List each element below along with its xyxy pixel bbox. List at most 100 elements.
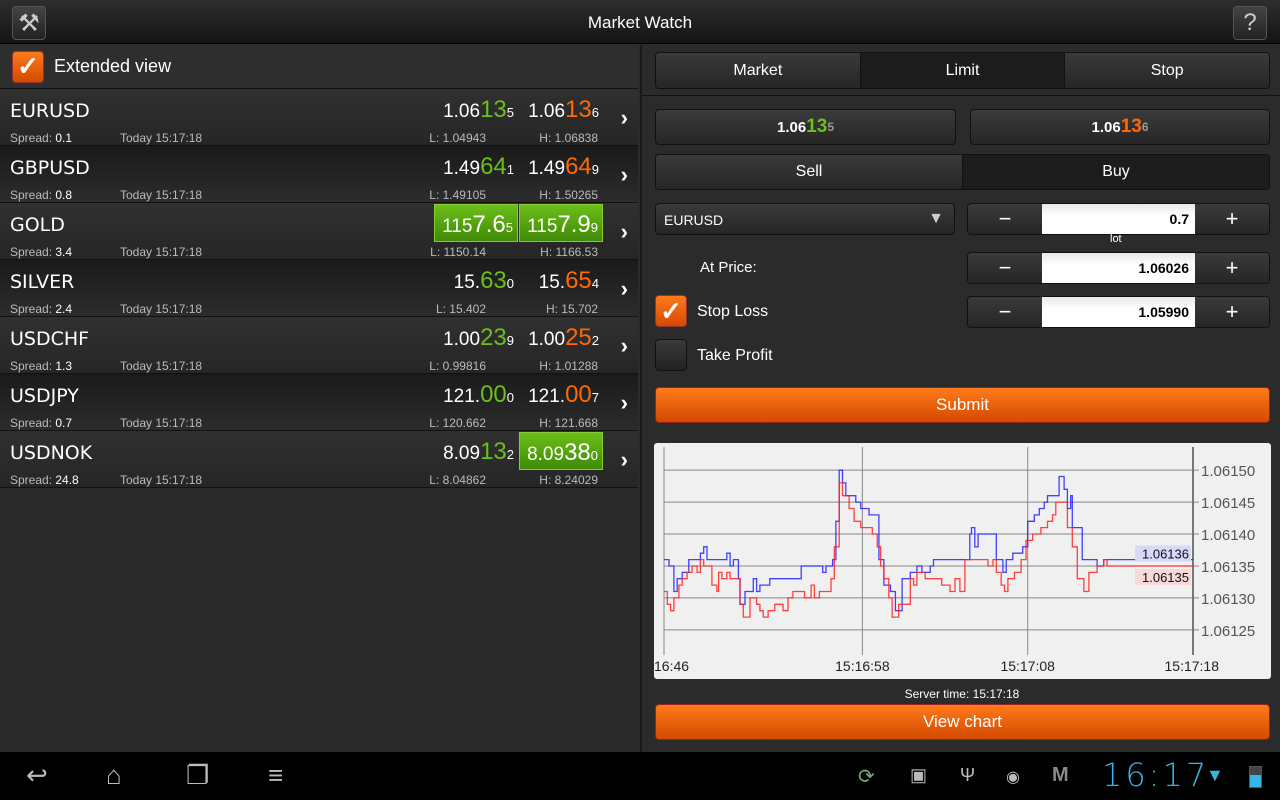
price-pips: 64 xyxy=(565,153,592,180)
back-icon[interactable]: ↩ xyxy=(26,760,48,791)
symbol-select-value: EURUSD xyxy=(664,212,724,228)
tab-limit[interactable]: Limit xyxy=(860,53,1066,88)
chevron-right-icon[interactable]: › xyxy=(621,390,628,416)
at-price-label: At Price: xyxy=(700,259,757,276)
quote-row[interactable]: GOLD Spread: 3.4 Today 15:17:18 1157.65 1… xyxy=(0,203,638,260)
bid-price[interactable]: 8.09132 xyxy=(434,432,518,470)
chevron-right-icon[interactable]: › xyxy=(621,276,628,302)
price-prefix: 15. xyxy=(453,272,481,293)
chevron-right-icon[interactable]: › xyxy=(621,162,628,188)
stop-loss-increment-button[interactable]: + xyxy=(1195,297,1269,327)
sync-notification-icon[interactable]: ⟳ xyxy=(858,764,875,789)
ask-price[interactable]: 121.007 xyxy=(519,375,603,413)
tab-stop[interactable]: Stop xyxy=(1065,53,1269,88)
spread-label: Spread: xyxy=(10,245,53,259)
stop-loss-checkbox[interactable]: ✓ xyxy=(655,295,687,327)
spread-label: Spread: xyxy=(10,416,53,430)
spread-value: 0.1 xyxy=(55,131,73,145)
price-prefix: 1.00 xyxy=(443,329,481,350)
at-price-increment-button[interactable]: + xyxy=(1195,253,1269,283)
gmail-icon[interactable]: M xyxy=(1052,764,1069,787)
recent-apps-icon[interactable]: ❐ xyxy=(186,760,209,791)
chevron-right-icon[interactable]: › xyxy=(621,219,628,245)
extended-view-checkbox[interactable]: ✓ xyxy=(12,50,44,83)
at-price-decrement-button[interactable]: − xyxy=(968,253,1042,283)
spread: Spread: 24.8 xyxy=(10,473,79,487)
buy-tab[interactable]: Buy xyxy=(963,155,1269,189)
chevron-right-icon[interactable]: › xyxy=(621,105,628,131)
dropdown-arrow-icon: ▼ xyxy=(928,210,944,227)
price-pips: 13 xyxy=(565,96,592,123)
symbol-select[interactable]: EURUSD ▼ xyxy=(655,203,955,235)
high-price: H: 121.668 xyxy=(539,416,598,430)
bid-price[interactable]: 121.000 xyxy=(434,375,518,413)
quotes-list: EURUSD Spread: 0.1 Today 15:17:18 1.0613… xyxy=(0,89,638,488)
quote-row[interactable]: USDJPY Spread: 0.7 Today 15:17:18 121.00… xyxy=(0,374,638,431)
quote-row[interactable]: GBPUSD Spread: 0.8 Today 15:17:18 1.4964… xyxy=(0,146,638,203)
price-prefix: 1.00 xyxy=(528,329,566,350)
ask-price[interactable]: 8.09380 xyxy=(519,432,603,470)
ask-price[interactable]: 1.49649 xyxy=(519,147,603,185)
hotspot-icon[interactable]: ◉ xyxy=(1006,767,1020,787)
checkmark-icon: ✓ xyxy=(660,295,682,326)
lot-increment-button[interactable]: + xyxy=(1195,204,1269,234)
at-price-input[interactable] xyxy=(1042,253,1195,283)
price-prefix: 121. xyxy=(443,386,481,407)
y-tick-label: 1.06145 xyxy=(1201,495,1255,512)
bid-price[interactable]: 15.630 xyxy=(434,261,518,299)
price-prefix: 1.06 xyxy=(443,101,481,122)
ask-series-line xyxy=(664,469,1193,612)
spread: Spread: 0.7 xyxy=(10,416,72,430)
quote-row[interactable]: USDNOK Spread: 24.8 Today 15:17:18 8.091… xyxy=(0,431,638,488)
high-price: H: 1166.53 xyxy=(540,245,598,259)
stop-loss-input[interactable] xyxy=(1042,297,1195,327)
bid-price[interactable]: 1157.65 xyxy=(434,204,518,242)
lot-label: lot xyxy=(1110,233,1122,245)
stop-loss-stepper: − + xyxy=(967,296,1270,328)
quote-row[interactable]: USDCHF Spread: 1.3 Today 15:17:18 1.0023… xyxy=(0,317,638,374)
sell-tab[interactable]: Sell xyxy=(656,155,963,189)
quote-row[interactable]: EURUSD Spread: 0.1 Today 15:17:18 1.0613… xyxy=(0,89,638,146)
home-icon[interactable]: ⌂ xyxy=(106,760,122,791)
stop-loss-decrement-button[interactable]: − xyxy=(968,297,1042,327)
ask-price[interactable]: 1.06136 xyxy=(519,90,603,128)
spread: Spread: 2.4 xyxy=(10,302,72,316)
symbol: GOLD xyxy=(10,214,65,236)
spread: Spread: 1.3 xyxy=(10,359,72,373)
sell-price-button[interactable]: 1.06 13 5 xyxy=(655,109,956,145)
quote-time: Today 15:17:18 xyxy=(120,359,203,373)
tick-chart: 1.06150 1.06145 1.06140 1.06135 1.06130 1.061… xyxy=(654,443,1271,679)
spread-value: 2.4 xyxy=(55,302,73,316)
lot-decrement-button[interactable]: − xyxy=(968,204,1042,234)
price-prefix: 115 xyxy=(442,216,473,237)
ask-price[interactable]: 15.654 xyxy=(519,261,603,299)
buy-price-button[interactable]: 1.06 13 6 xyxy=(970,109,1270,145)
ask-price[interactable]: 1157.99 xyxy=(519,204,603,242)
help-button[interactable]: ? xyxy=(1233,6,1267,40)
extended-view-toggle[interactable]: ✓ Extended view xyxy=(0,45,638,89)
chevron-right-icon[interactable]: › xyxy=(621,447,628,473)
bid-price[interactable]: 1.00239 xyxy=(434,318,518,356)
take-profit-checkbox[interactable] xyxy=(655,339,687,371)
view-chart-button[interactable]: View chart xyxy=(655,704,1270,740)
lot-input[interactable] xyxy=(1042,204,1195,234)
price-prefix: 1.06 xyxy=(1091,118,1121,136)
low-price: L: 1.04943 xyxy=(429,131,486,145)
bid-price[interactable]: 1.06135 xyxy=(434,90,518,128)
lot-stepper: − + xyxy=(967,203,1270,235)
price-fraction: 1 xyxy=(506,162,514,177)
quote-row[interactable]: SILVER Spread: 2.4 Today 15:17:18 15.630… xyxy=(0,260,638,317)
bid-price[interactable]: 1.49641 xyxy=(434,147,518,185)
usb-icon[interactable]: Ψ xyxy=(960,765,975,786)
status-clock: 16:17 xyxy=(1102,756,1210,794)
price-prefix: 121. xyxy=(528,386,566,407)
submit-button[interactable]: Submit xyxy=(655,387,1270,423)
tab-market[interactable]: Market xyxy=(656,53,861,88)
price-pips: 00 xyxy=(565,381,592,408)
price-pips: 00 xyxy=(480,381,507,408)
menu-icon[interactable]: ≡ xyxy=(268,760,283,791)
android-debug-icon[interactable]: ▣ xyxy=(910,765,927,786)
quote-time: Today 15:17:18 xyxy=(120,188,203,202)
chevron-right-icon[interactable]: › xyxy=(621,333,628,359)
ask-price[interactable]: 1.00252 xyxy=(519,318,603,356)
